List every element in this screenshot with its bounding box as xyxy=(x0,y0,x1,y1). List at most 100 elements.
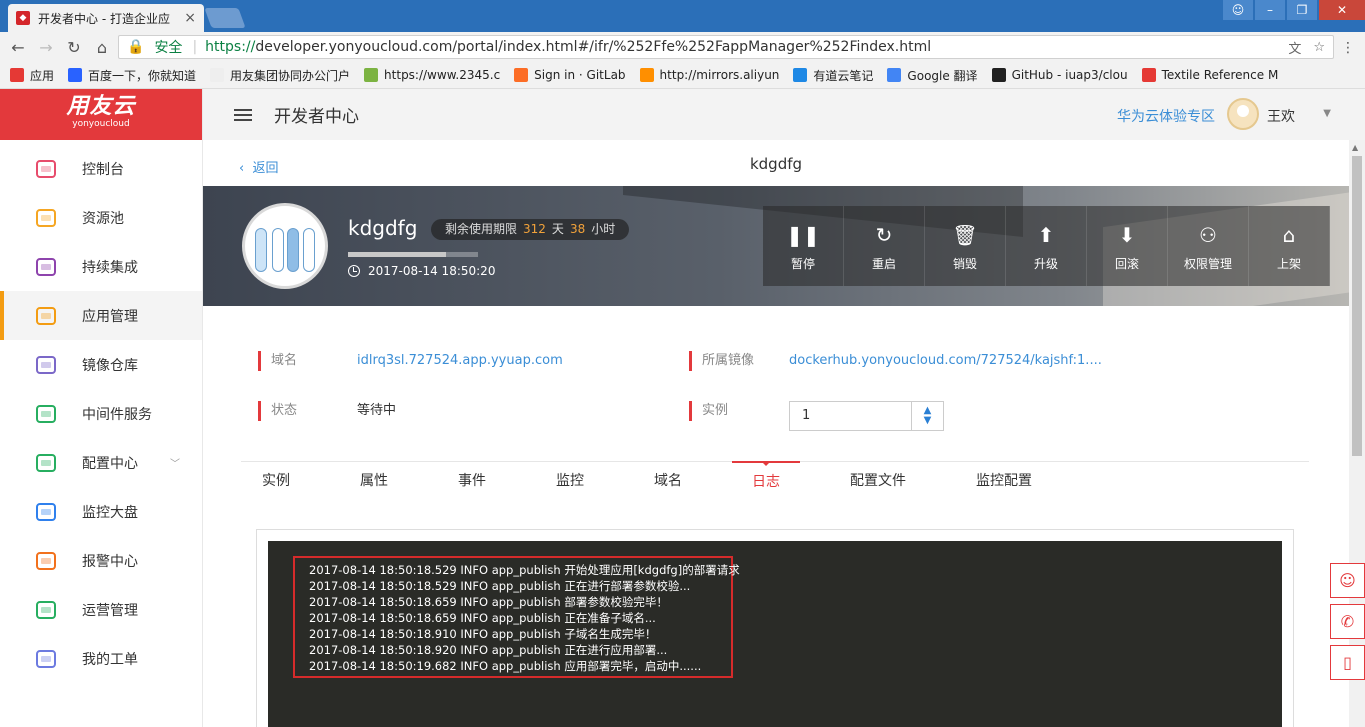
mobile-icon[interactable]: ▯ xyxy=(1330,645,1365,680)
instance-stepper[interactable]: 1 ▲ ▼ xyxy=(789,401,944,431)
bookmark-item[interactable]: GitHub - iuap3/clou xyxy=(991,68,1128,82)
tab-1[interactable]: 属性 xyxy=(360,462,388,498)
chevron-down-icon[interactable]: ▼ xyxy=(1323,108,1331,119)
sidebar-item-chart-screen[interactable]: 运营管理 xyxy=(0,585,202,634)
close-window-button[interactable]: ✕ xyxy=(1319,0,1365,20)
app-logo xyxy=(242,203,328,289)
browser-tab[interactable]: ◆ 开发者中心 - 打造企业应 × xyxy=(8,4,204,32)
home-icon[interactable]: ⌂ xyxy=(88,38,116,57)
tab-close-icon[interactable]: × xyxy=(184,10,196,26)
bookmark-icon xyxy=(68,68,83,82)
bookmark-label: http://mirrors.aliyun xyxy=(659,68,780,82)
translate-icon[interactable]: 文 xyxy=(1288,38,1301,57)
huawei-cloud-link[interactable]: 华为云体验专区 xyxy=(1117,106,1215,126)
warehouse-icon xyxy=(34,354,58,376)
browser-menu-icon[interactable]: ⋮ xyxy=(1341,40,1355,56)
stepper-arrows-icon[interactable]: ▲ ▼ xyxy=(911,402,943,430)
tab-3[interactable]: 监控 xyxy=(556,462,584,498)
sidebar-item-cubes[interactable]: 应用管理 xyxy=(0,291,202,340)
sidebar-item-document[interactable]: 我的工单 xyxy=(0,634,202,683)
brand-logo[interactable]: 用友云 yonyoucloud xyxy=(0,89,202,140)
back-arrow-icon[interactable]: ← xyxy=(4,38,32,57)
restart-button[interactable]: ↻ 重启 xyxy=(844,206,925,286)
chevron-down-icon[interactable]: ﹀ xyxy=(170,455,180,470)
reload-icon[interactable]: ↻ xyxy=(60,38,88,57)
bookmark-star-icon[interactable]: ☆ xyxy=(1313,40,1325,55)
cubes-icon xyxy=(34,305,58,327)
bookmark-label: Textile Reference M xyxy=(1161,68,1279,82)
new-tab-button[interactable] xyxy=(204,8,246,28)
bookmark-item[interactable]: Google 翻译 xyxy=(887,67,978,84)
chart-screen-icon xyxy=(34,599,58,621)
upgrade-button[interactable]: ⬆ 升级 xyxy=(1006,206,1087,286)
tab-2[interactable]: 事件 xyxy=(458,462,486,498)
instance-count-input[interactable]: 1 xyxy=(790,402,911,430)
sidebar-item-label: 资源池 xyxy=(82,210,124,227)
app-name: kdgdfg xyxy=(348,216,418,240)
bookmark-item[interactable]: 应用 xyxy=(10,67,54,84)
pause-icon: ❚❚ xyxy=(786,222,820,247)
robot-icon[interactable]: ☺ xyxy=(1330,563,1365,598)
log-line: 2017-08-14 18:50:18.910 INFO app_publish… xyxy=(309,627,657,641)
bookmark-icon xyxy=(887,68,902,82)
tab-0[interactable]: 实例 xyxy=(262,462,290,498)
bookmark-icon xyxy=(514,68,529,82)
action-toolbar: ❚❚ 暂停 ↻ 重启 🗑 销毁 ⬆ 升级 ⬇ 回滚 ⚇ 权限管理 ⌂ 上架 xyxy=(763,206,1330,286)
sidebar-item-label: 运营管理 xyxy=(82,602,138,619)
tab-7[interactable]: 监控配置 xyxy=(976,462,1032,498)
sidebar-item-label: 监控大盘 xyxy=(82,504,138,521)
action-label: 权限管理 xyxy=(1183,256,1232,271)
bookmark-item[interactable]: https://www.2345.c xyxy=(364,68,500,82)
scrollbar-thumb[interactable] xyxy=(1352,156,1362,456)
tab-6[interactable]: 配置文件 xyxy=(850,462,906,498)
browser-titlebar: ◆ 开发者中心 - 打造企业应 × ☺ – ❐ ✕ xyxy=(0,0,1365,32)
avatar[interactable] xyxy=(1227,98,1259,130)
forward-arrow-icon[interactable]: → xyxy=(32,38,60,57)
user-name[interactable]: 王欢 xyxy=(1267,106,1295,126)
bookmark-item[interactable]: 有道云笔记 xyxy=(793,67,873,84)
sidebar-item-monitor[interactable]: 监控大盘 xyxy=(0,487,202,536)
bookmark-label: Sign in · GitLab xyxy=(534,68,626,82)
sidebar-item-database[interactable]: 中间件服务 xyxy=(0,389,202,438)
tab-title: 开发者中心 - 打造企业应 xyxy=(38,11,170,26)
bookmark-item[interactable]: http://mirrors.aliyun xyxy=(639,68,780,82)
bookmark-item[interactable]: 百度一下，你就知道 xyxy=(68,67,196,84)
url-input[interactable]: 🔒 安全 | https://developer.yonyoucloud.com… xyxy=(118,35,1334,59)
sidebar-item-warehouse[interactable]: 镜像仓库 xyxy=(0,340,202,389)
sidebar-item-dashboard[interactable]: 控制台 xyxy=(0,144,202,193)
bookmark-item[interactable]: Textile Reference M xyxy=(1141,68,1279,82)
bookmark-icon xyxy=(639,68,654,82)
sidebar-item-tools[interactable]: 配置中心 ﹀ xyxy=(0,438,202,487)
page-title: kdgdfg xyxy=(749,155,803,173)
bookmark-item[interactable]: Sign in · GitLab xyxy=(514,68,626,82)
trash-button[interactable]: 🗑 销毁 xyxy=(925,206,1006,286)
bookmark-label: Google 翻译 xyxy=(907,68,978,83)
sidebar-item-integration[interactable]: 持续集成 xyxy=(0,242,202,291)
user-permission-button[interactable]: ⚇ 权限管理 xyxy=(1168,206,1249,286)
log-line: 2017-08-14 18:50:18.659 INFO app_publish… xyxy=(309,611,656,625)
bookmark-item[interactable]: 用友集团协同办公门户 xyxy=(210,67,350,84)
tab-4[interactable]: 域名 xyxy=(654,462,682,498)
pause-button[interactable]: ❚❚ 暂停 xyxy=(763,206,844,286)
sidebar-item-inbox[interactable]: 资源池 xyxy=(0,193,202,242)
rollback-button[interactable]: ⬇ 回滚 xyxy=(1087,206,1168,286)
tab-5[interactable]: 日志 xyxy=(732,461,800,497)
main-content: ‹ 返回 kdgdfg kdgdfg 剩余使用期限 312 天 38 小时 2017-0… xyxy=(203,140,1349,727)
bookmark-label: 百度一下，你就知道 xyxy=(88,68,197,83)
profile-icon[interactable]: ☺ xyxy=(1223,0,1253,20)
hamburger-menu-icon[interactable] xyxy=(234,106,252,124)
bookmark-icon xyxy=(210,68,225,82)
image-value-link[interactable]: dockerhub.yonyoucloud.com/727524/kajshf:… xyxy=(789,351,1102,371)
log-line: 2017-08-14 18:50:18.529 INFO app_publish… xyxy=(309,563,740,577)
minimize-button[interactable]: – xyxy=(1255,0,1285,20)
bookmark-icon xyxy=(364,68,379,82)
maximize-button[interactable]: ❐ xyxy=(1287,0,1317,20)
integration-icon xyxy=(34,256,58,278)
store-button[interactable]: ⌂ 上架 xyxy=(1249,206,1330,286)
phone-icon[interactable]: ✆ xyxy=(1330,604,1365,639)
sidebar-item-bell[interactable]: 报警中心 xyxy=(0,536,202,585)
trash-icon: 🗑 xyxy=(952,222,978,247)
scroll-up-icon[interactable]: ▲ xyxy=(1352,143,1358,152)
domain-value-link[interactable]: idlrq3sl.727524.app.yyuap.com xyxy=(357,351,563,371)
clock-icon xyxy=(348,265,360,277)
